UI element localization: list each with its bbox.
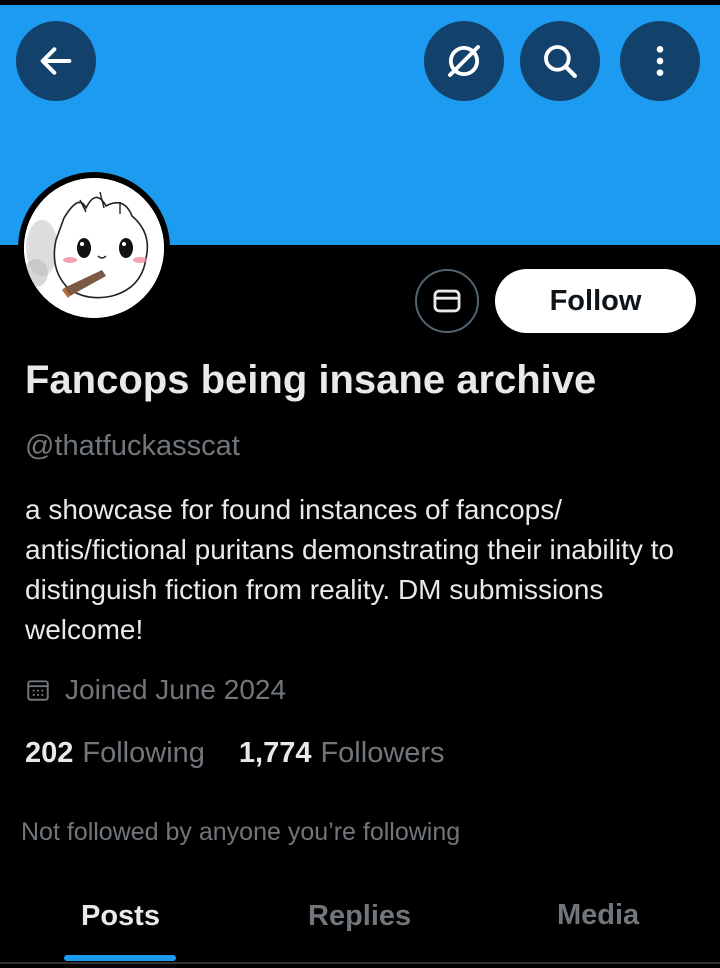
active-tab-indicator — [64, 955, 176, 961]
calendar-icon — [27, 680, 49, 701]
grok-button[interactable] — [424, 21, 504, 101]
tab-posts[interactable]: Posts — [81, 900, 160, 933]
profile-handle: @thatfuckasscat — [25, 430, 240, 462]
search-icon — [544, 45, 577, 78]
followers-link[interactable]: 1,774 Followers — [239, 737, 445, 770]
profile-bio: a showcase for found instances of fancop… — [25, 494, 675, 645]
following-count: 202 — [25, 737, 74, 769]
followers-label: Followers — [320, 737, 445, 769]
tab-media[interactable]: Media — [557, 899, 639, 932]
follow-stats: 202 Following 1,774 Followers — [25, 737, 479, 770]
mutual-followers-note: Not followed by anyone you’re following — [21, 818, 461, 846]
avatar[interactable] — [18, 172, 170, 324]
vertical-dots-icon — [656, 46, 664, 76]
following-link[interactable]: 202 Following — [25, 737, 205, 770]
profile-display-name: Fancops being insane archive — [25, 358, 597, 402]
tab-replies[interactable]: Replies — [308, 900, 411, 933]
joined-date: Joined June 2024 — [25, 674, 286, 706]
more-options-button[interactable] — [620, 21, 700, 101]
slashed-circle-icon — [448, 45, 480, 77]
follow-button[interactable]: Follow — [495, 269, 696, 333]
message-button[interactable] — [415, 269, 479, 333]
followers-count: 1,774 — [238, 737, 312, 769]
following-label: Following — [82, 737, 205, 769]
search-button[interactable] — [520, 21, 600, 101]
cat-avatar-image — [24, 178, 164, 318]
envelope-icon — [433, 289, 461, 313]
tabs-divider — [0, 962, 720, 964]
arrow-left-icon — [40, 47, 72, 75]
joined-text: Joined June 2024 — [65, 674, 287, 705]
profile-tabs: Posts Replies Media — [0, 880, 720, 962]
back-button[interactable] — [16, 21, 96, 101]
